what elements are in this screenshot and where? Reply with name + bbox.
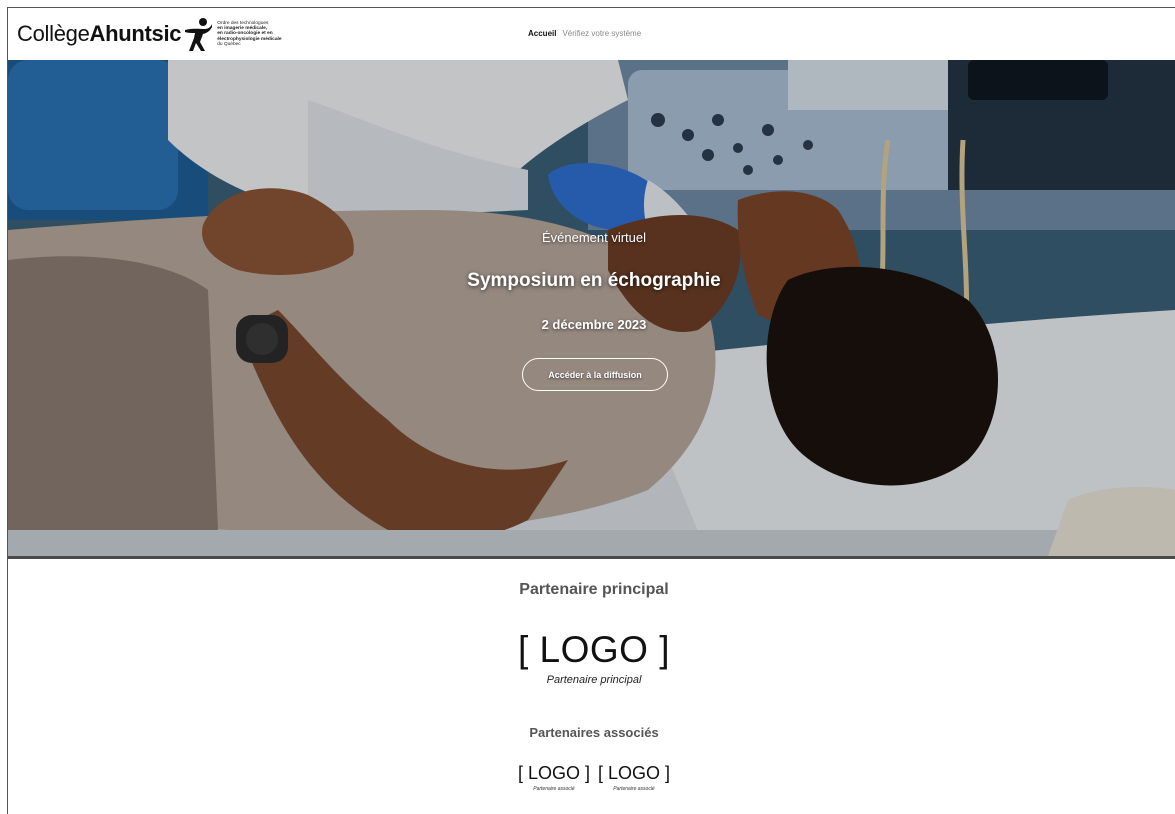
event-type-label: Événement virtuel	[541, 230, 647, 245]
partners-section: Partenaire principal [ LOGO ] Partenaire…	[8, 559, 1175, 814]
associated-partner-caption: Partenaire associé	[613, 786, 655, 792]
logo-word-bold: Ahuntsic	[89, 21, 182, 46]
main-partner-caption: Partenaire principal	[546, 674, 642, 686]
associated-partner-caption: Partenaire associé	[533, 786, 575, 792]
logo-word-regular: Collège	[17, 21, 90, 46]
hero-content: Événement virtuel Symposium en échograph…	[8, 60, 1175, 556]
associated-partner: [ LOGO ] Partenaire associé	[518, 763, 590, 792]
access-stream-button[interactable]: Accéder à la diffusion	[522, 358, 668, 391]
college-logo[interactable]: CollègeAhuntsic Ordre des technologues en…	[17, 15, 293, 53]
associated-partner: [ LOGO ] Partenaire associé	[598, 763, 670, 792]
nav-home-link[interactable]: Accueil	[528, 29, 556, 38]
associated-partner-logo-placeholder: [ LOGO ]	[517, 763, 590, 783]
main-nav: Accueil Vérifiez votre système	[528, 29, 641, 38]
main-partner-logo-placeholder: [ LOGO ]	[517, 629, 671, 670]
main-partner-heading: Partenaire principal	[519, 581, 669, 598]
ordre-logo-line: du Québec	[217, 41, 241, 47]
site-header: CollègeAhuntsic Ordre des technologues en…	[8, 8, 1175, 60]
associated-partner-logo-placeholder: [ LOGO ]	[598, 763, 671, 783]
associated-partners-row: [ LOGO ] Partenaire associé [ LOGO ] Par…	[8, 763, 1175, 792]
event-date: 2 décembre 2023	[541, 317, 647, 332]
page-frame: CollègeAhuntsic Ordre des technologues en…	[7, 7, 1175, 814]
college-logo-wordmark: CollègeAhuntsic	[17, 21, 182, 47]
nav-check-system-link[interactable]: Vérifiez votre système	[562, 29, 641, 38]
hero-banner: Événement virtuel Symposium en échograph…	[8, 60, 1175, 556]
associated-partners-heading: Partenaires associés	[529, 725, 659, 740]
dancer-logo-icon	[185, 18, 213, 51]
ordre-logo-text: Ordre des technologues en imagerie médica…	[217, 21, 293, 47]
event-title: Symposium en échographie	[467, 270, 721, 291]
